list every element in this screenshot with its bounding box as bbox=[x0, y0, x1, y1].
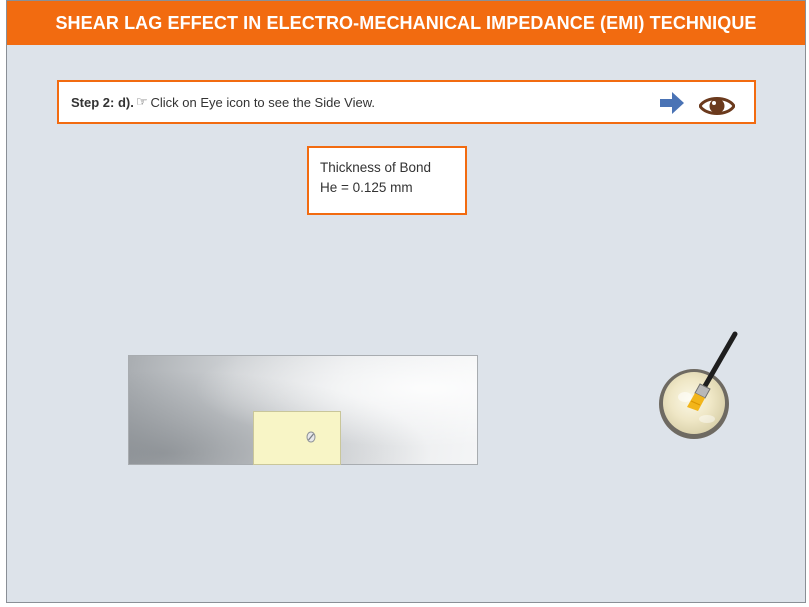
right-arrow-icon[interactable] bbox=[658, 90, 686, 116]
page-title: SHEAR LAG EFFECT IN ELECTRO-MECHANICAL I… bbox=[55, 12, 757, 33]
pzt-patch bbox=[253, 411, 341, 465]
step-label: Step 2: d). bbox=[71, 94, 134, 110]
simulation-frame: SHEAR LAG EFFECT IN ELECTRO-MECHANICAL I… bbox=[6, 0, 806, 603]
instruction-text: Click on Eye icon to see the Side View. bbox=[150, 94, 376, 110]
bond-thickness-title: Thickness of Bond bbox=[320, 160, 432, 175]
title-bar: SHEAR LAG EFFECT IN ELECTRO-MECHANICAL I… bbox=[7, 1, 805, 45]
bond-thickness-value: He = 0.125 mm bbox=[320, 180, 413, 195]
eye-icon[interactable] bbox=[699, 93, 735, 119]
instruction-box: Step 2: d). ☞ Click on Eye icon to see t… bbox=[57, 80, 756, 124]
pointing-hand-icon: ☞ bbox=[135, 94, 148, 109]
screw-icon bbox=[306, 431, 316, 443]
adhesive-brush-icon[interactable] bbox=[657, 331, 741, 443]
bond-thickness-box: Thickness of Bond He = 0.125 mm bbox=[307, 146, 467, 215]
